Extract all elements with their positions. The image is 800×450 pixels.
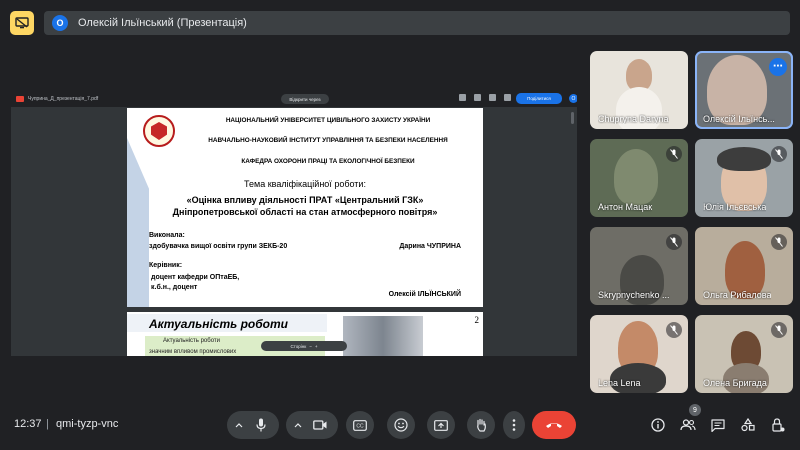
add-icon	[474, 94, 481, 101]
share-button: Поділитися	[516, 93, 562, 104]
slide-topic-line1: «Оцінка впливу діяльності ПРАТ «Централь…	[186, 195, 424, 205]
participant-count-badge: 9	[689, 404, 701, 416]
slide-institute: НАВЧАЛЬНО-НАУКОВИЙ ІНСТИТУТ УПРАВЛІННЯ Т…	[208, 137, 448, 144]
presentation-icon[interactable]	[10, 11, 34, 35]
chat-icon[interactable]	[710, 417, 726, 433]
present-screen-icon[interactable]	[427, 411, 455, 439]
participant-tile-3[interactable]: Антон Мацак	[590, 139, 688, 217]
mic-off-icon	[666, 146, 682, 162]
participant-name: Антон Мацак	[598, 202, 653, 212]
svg-text:CC: CC	[356, 423, 364, 429]
slide-performer-desc: здобувачка вищої освіти групи ЗЕКБ-20	[149, 243, 288, 250]
camera-control-group	[286, 411, 338, 439]
more-options-icon[interactable]	[503, 411, 525, 439]
mic-off-icon	[771, 234, 787, 250]
mic-control-group	[227, 411, 279, 439]
participant-tile-5[interactable]: Skrypnychenko ...	[590, 227, 688, 305]
pdf-file-icon	[16, 95, 24, 102]
pdf-page-controls: Сторінк − +	[261, 341, 347, 351]
zoom-out-icon: −	[309, 343, 312, 349]
slide2-text2: значним впливом промислових	[149, 349, 237, 355]
presenter-avatar: О	[52, 15, 68, 31]
participant-name: Lena Lena	[598, 378, 641, 388]
slide-decoration	[127, 138, 149, 307]
participant-tile-6[interactable]: Ольга Рибалова	[695, 227, 793, 305]
participant-tile-4[interactable]: Юлія Ільєвська	[695, 139, 793, 217]
presenter-title: Олексій Ільїнський (Презентація)	[78, 17, 247, 29]
participant-name: Олексій Ільїнсь...	[703, 114, 775, 124]
folder-icon	[459, 94, 466, 101]
captions-icon[interactable]: CC	[346, 411, 374, 439]
participant-tile-8[interactable]: Олена Бригада	[695, 315, 793, 393]
slide2-text1: Актуальність роботи	[163, 338, 221, 344]
mic-icon[interactable]	[247, 418, 275, 432]
slide-topic-line2: Дніпропетровської області на стан атмосф…	[172, 207, 438, 217]
slide2-title: Актуальність роботи	[149, 317, 289, 331]
end-call-button[interactable]	[532, 411, 576, 439]
slide-supervisor-label: Керівник:	[149, 262, 183, 269]
participant-name: Skrypnychenko ...	[598, 290, 670, 300]
chevron-up-icon[interactable]	[290, 422, 306, 428]
participant-name: Ольга Рибалова	[703, 290, 772, 300]
mic-off-icon	[666, 322, 682, 338]
slide-title-page: НАЦІОНАЛЬНИЙ УНІВЕРСИТЕТ ЦИВІЛЬНОГО ЗАХИ…	[127, 108, 483, 307]
info-icon[interactable]	[650, 417, 666, 433]
slide-performer-label: Виконала:	[149, 232, 185, 239]
pdf-user-avatar: О	[569, 94, 577, 103]
more-options-icon[interactable]: ⋯	[769, 58, 787, 76]
slide-topic-label: Тема кваліфікаційної роботи:	[244, 179, 366, 189]
pdf-scrollbar	[571, 112, 574, 124]
phone-hangup-icon	[546, 423, 562, 428]
mic-off-icon	[771, 146, 787, 162]
activities-icon[interactable]	[740, 417, 756, 433]
participant-tile-7[interactable]: Lena Lena	[590, 315, 688, 393]
pdf-file-name: Чуприна_Д_презентація_7.pdf	[28, 95, 99, 102]
participant-tile-1[interactable]: Chupryna Daryna	[590, 51, 688, 129]
meeting-clock: 12:37	[14, 418, 42, 430]
participant-name: Chupryna Daryna	[598, 114, 669, 124]
chevron-up-icon[interactable]	[231, 422, 247, 428]
meeting-code: qmi-tyzp-vnc	[56, 418, 119, 430]
zoom-in-icon: +	[314, 343, 318, 349]
more-icon	[504, 94, 511, 101]
shared-screen: Чуприна_Д_презентація_7.pdf Відкрити чер…	[11, 90, 577, 356]
slide-university: НАЦІОНАЛЬНИЙ УНІВЕРСИТЕТ ЦИВІЛЬНОГО ЗАХИ…	[225, 117, 431, 124]
slide-supervisor-desc1: доцент кафедри ОПтаЕБ,	[151, 274, 240, 281]
slide2-page-number: 2	[474, 315, 480, 325]
slide-department: КАФЕДРА ОХОРОНИ ПРАЦІ ТА ЕКОЛОГІЧНОЇ БЕЗ…	[241, 158, 415, 165]
host-controls-icon[interactable]	[770, 417, 786, 433]
print-icon	[489, 94, 496, 101]
open-with-button: Відкрити через	[281, 94, 329, 104]
participant-name: Олена Бригада	[703, 378, 767, 388]
mic-off-icon	[666, 234, 682, 250]
camera-icon[interactable]	[306, 420, 334, 430]
presentation-banner: О Олексій Ільїнський (Презентація)	[44, 11, 790, 35]
emoji-icon[interactable]	[387, 411, 415, 439]
participant-tile-2[interactable]: ⋯ Олексій Ільїнсь...	[695, 51, 793, 129]
mic-off-icon	[771, 322, 787, 338]
raise-hand-icon[interactable]	[467, 411, 495, 439]
people-icon[interactable]	[680, 417, 696, 433]
slide-supervisor-desc2: к.б.н., доцент	[151, 284, 198, 291]
slide2-industrial-image	[343, 316, 423, 356]
separator: |	[46, 418, 49, 430]
page-label: Сторінк	[290, 343, 307, 349]
slide-supervisor-name: Олексій ІЛЬЇНСЬКИЙ	[388, 291, 461, 298]
slide-performer-name: Дарина ЧУПРИНА	[399, 243, 461, 250]
participant-name: Юлія Ільєвська	[703, 202, 767, 212]
pdf-toolbar-tools	[459, 94, 511, 101]
university-emblem	[143, 115, 175, 147]
